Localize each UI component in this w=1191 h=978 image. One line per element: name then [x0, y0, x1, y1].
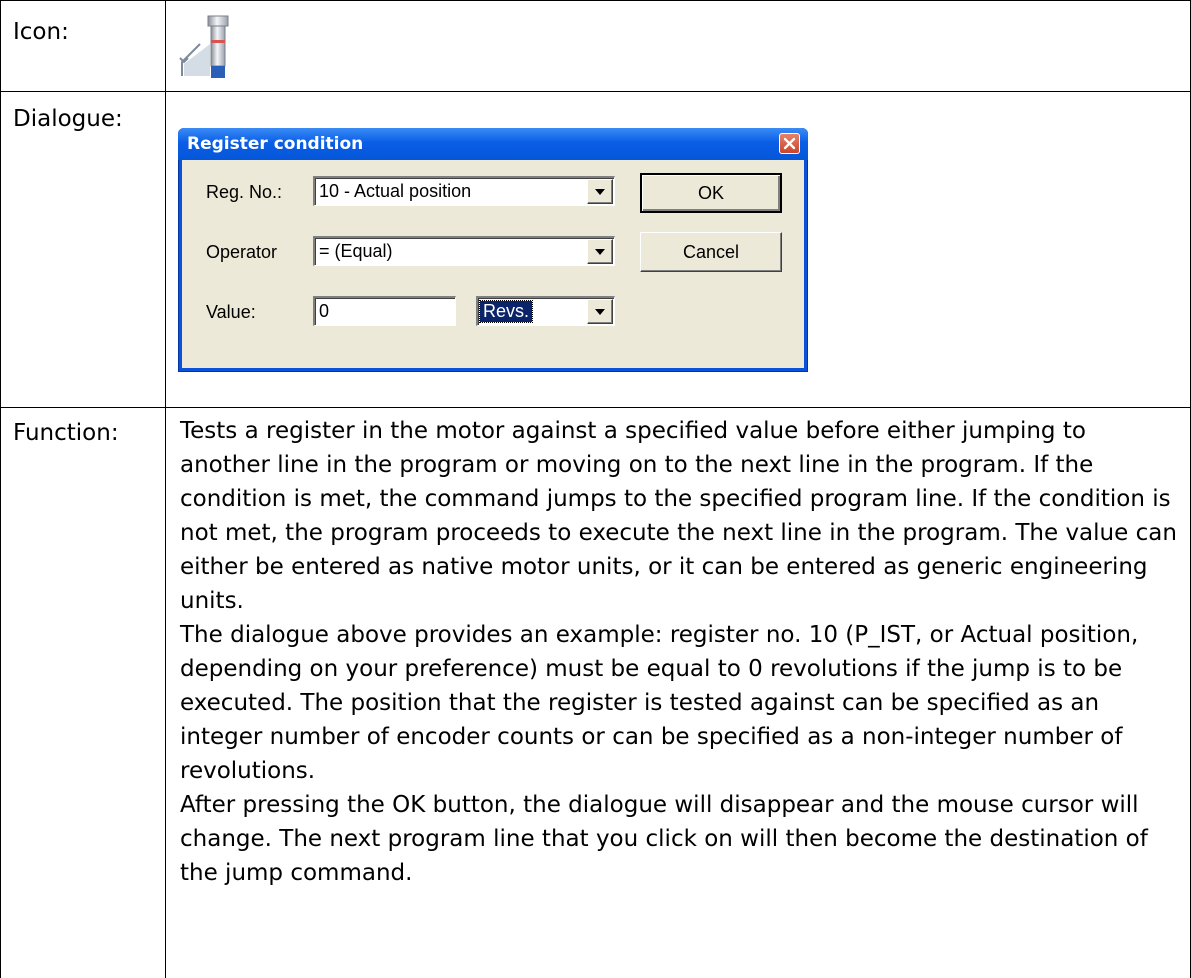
table-column-divider	[165, 0, 166, 978]
command-table: Icon: Dialogue: Function: Register condi…	[0, 0, 1191, 978]
function-paragraph: The dialogue above provides an example: …	[180, 622, 1139, 784]
cancel-button[interactable]: Cancel	[640, 232, 782, 272]
table-border-top	[0, 0, 1191, 1]
icon-row-label: Icon:	[13, 19, 69, 45]
value-text: 0	[319, 301, 330, 321]
function-paragraph: After pressing the OK button, the dialog…	[180, 792, 1148, 886]
dialog-titlebar[interactable]: Register condition	[178, 128, 808, 160]
unit-dropdown[interactable]: Revs.	[476, 296, 615, 326]
chevron-down-icon[interactable]	[587, 179, 613, 204]
unit-value: Revs.	[478, 300, 534, 323]
dialog-body: Reg. No.: 10 - Actual position Operator …	[182, 160, 804, 368]
operator-dropdown[interactable]: = (Equal)	[313, 236, 615, 266]
close-icon[interactable]	[779, 133, 800, 154]
ok-button[interactable]: OK	[640, 173, 782, 213]
reg-no-label: Reg. No.:	[206, 182, 283, 202]
reg-no-dropdown[interactable]: 10 - Actual position	[313, 176, 615, 206]
function-row-label: Function:	[13, 420, 119, 446]
function-description: Tests a register in the motor against a …	[180, 414, 1180, 890]
operator-value: = (Equal)	[319, 241, 393, 261]
dialogue-row-label: Dialogue:	[13, 106, 123, 132]
table-row-divider	[0, 407, 1191, 408]
operator-label: Operator	[206, 242, 278, 262]
reg-no-value: 10 - Actual position	[319, 181, 472, 201]
register-condition-dialog: Register condition Reg. No.: 10 - Actual…	[178, 128, 808, 372]
dialog-title: Register condition	[187, 134, 364, 154]
value-label: Value:	[206, 302, 256, 322]
chevron-down-icon[interactable]	[587, 299, 613, 324]
chevron-down-icon[interactable]	[587, 239, 613, 264]
function-paragraph: Tests a register in the motor against a …	[180, 418, 1177, 614]
table-border-left	[0, 0, 1, 978]
register-condition-icon	[178, 14, 238, 80]
table-row-divider	[0, 91, 1191, 92]
value-input[interactable]: 0	[313, 296, 456, 326]
